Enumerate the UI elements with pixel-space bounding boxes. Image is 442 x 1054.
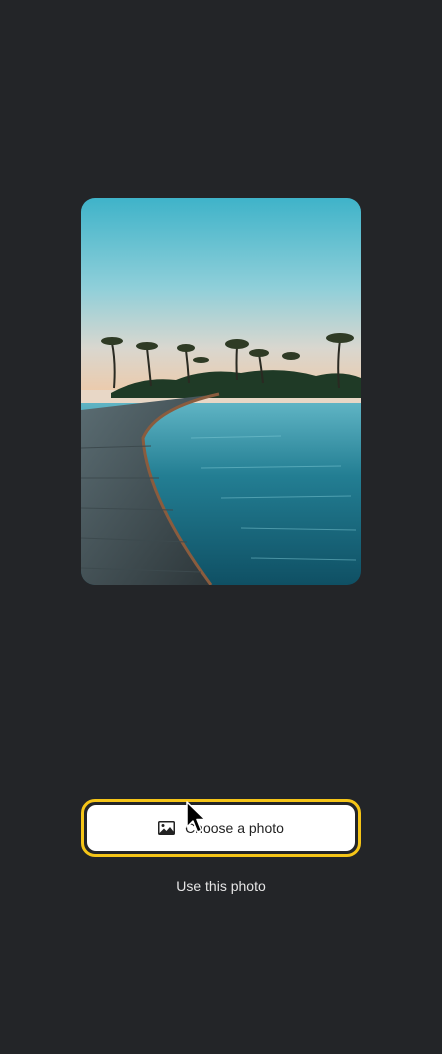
image-icon bbox=[158, 821, 176, 835]
choose-photo-button[interactable]: Choose a photo bbox=[81, 799, 361, 857]
photo-picker-screen: Choose a photo Use this photo bbox=[0, 0, 442, 1054]
use-this-photo-link[interactable]: Use this photo bbox=[81, 878, 361, 894]
photo-preview bbox=[81, 198, 361, 585]
choose-photo-button-inner[interactable]: Choose a photo bbox=[87, 805, 355, 851]
choose-photo-label: Choose a photo bbox=[185, 820, 284, 836]
photo-image bbox=[81, 198, 361, 585]
